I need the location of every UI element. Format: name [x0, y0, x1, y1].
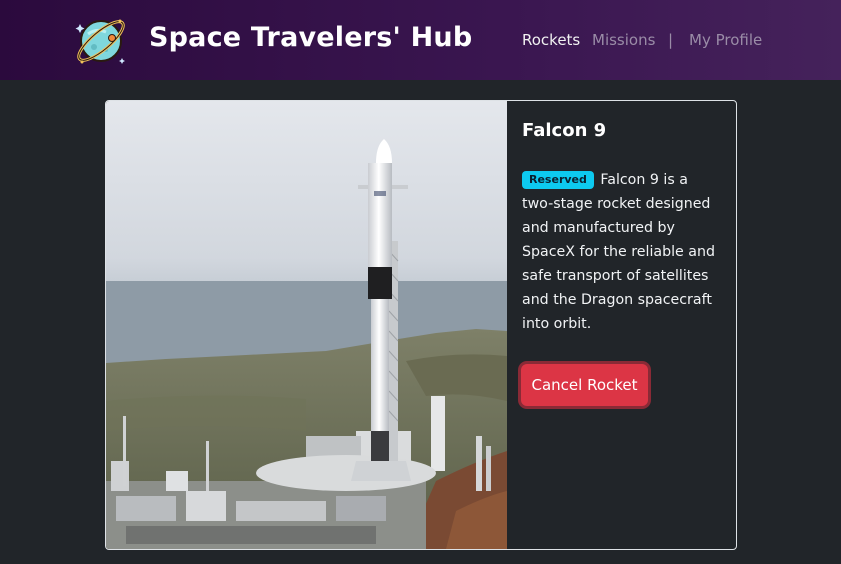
- brand-title: Space Travelers' Hub: [149, 22, 473, 53]
- rocket-description: Falcon 9 is a two-stage rocket designed …: [522, 172, 715, 332]
- rocket-name: Falcon 9: [522, 120, 607, 141]
- reserved-badge: Reserved: [522, 171, 594, 189]
- rocket-card-body: Falcon 9 Reserved Falcon 9 is a two-stag…: [507, 101, 736, 549]
- nav-divider: |: [668, 31, 674, 49]
- cancel-rocket-button[interactable]: Cancel Rocket: [521, 364, 648, 406]
- nav-my-profile-link[interactable]: My Profile: [689, 31, 762, 49]
- navbar: Space Travelers' Hub Rockets Missions | …: [0, 0, 841, 80]
- rocket-launch-photo: [106, 101, 507, 549]
- nav-missions-link[interactable]: Missions: [592, 31, 655, 49]
- rocket-description-paragraph: Reserved Falcon 9 is a two-stage rocket …: [522, 168, 722, 336]
- planet-logo-icon[interactable]: [72, 12, 130, 70]
- rocket-card: Falcon 9 Reserved Falcon 9 is a two-stag…: [105, 100, 737, 550]
- nav-rockets-link[interactable]: Rockets: [522, 31, 580, 49]
